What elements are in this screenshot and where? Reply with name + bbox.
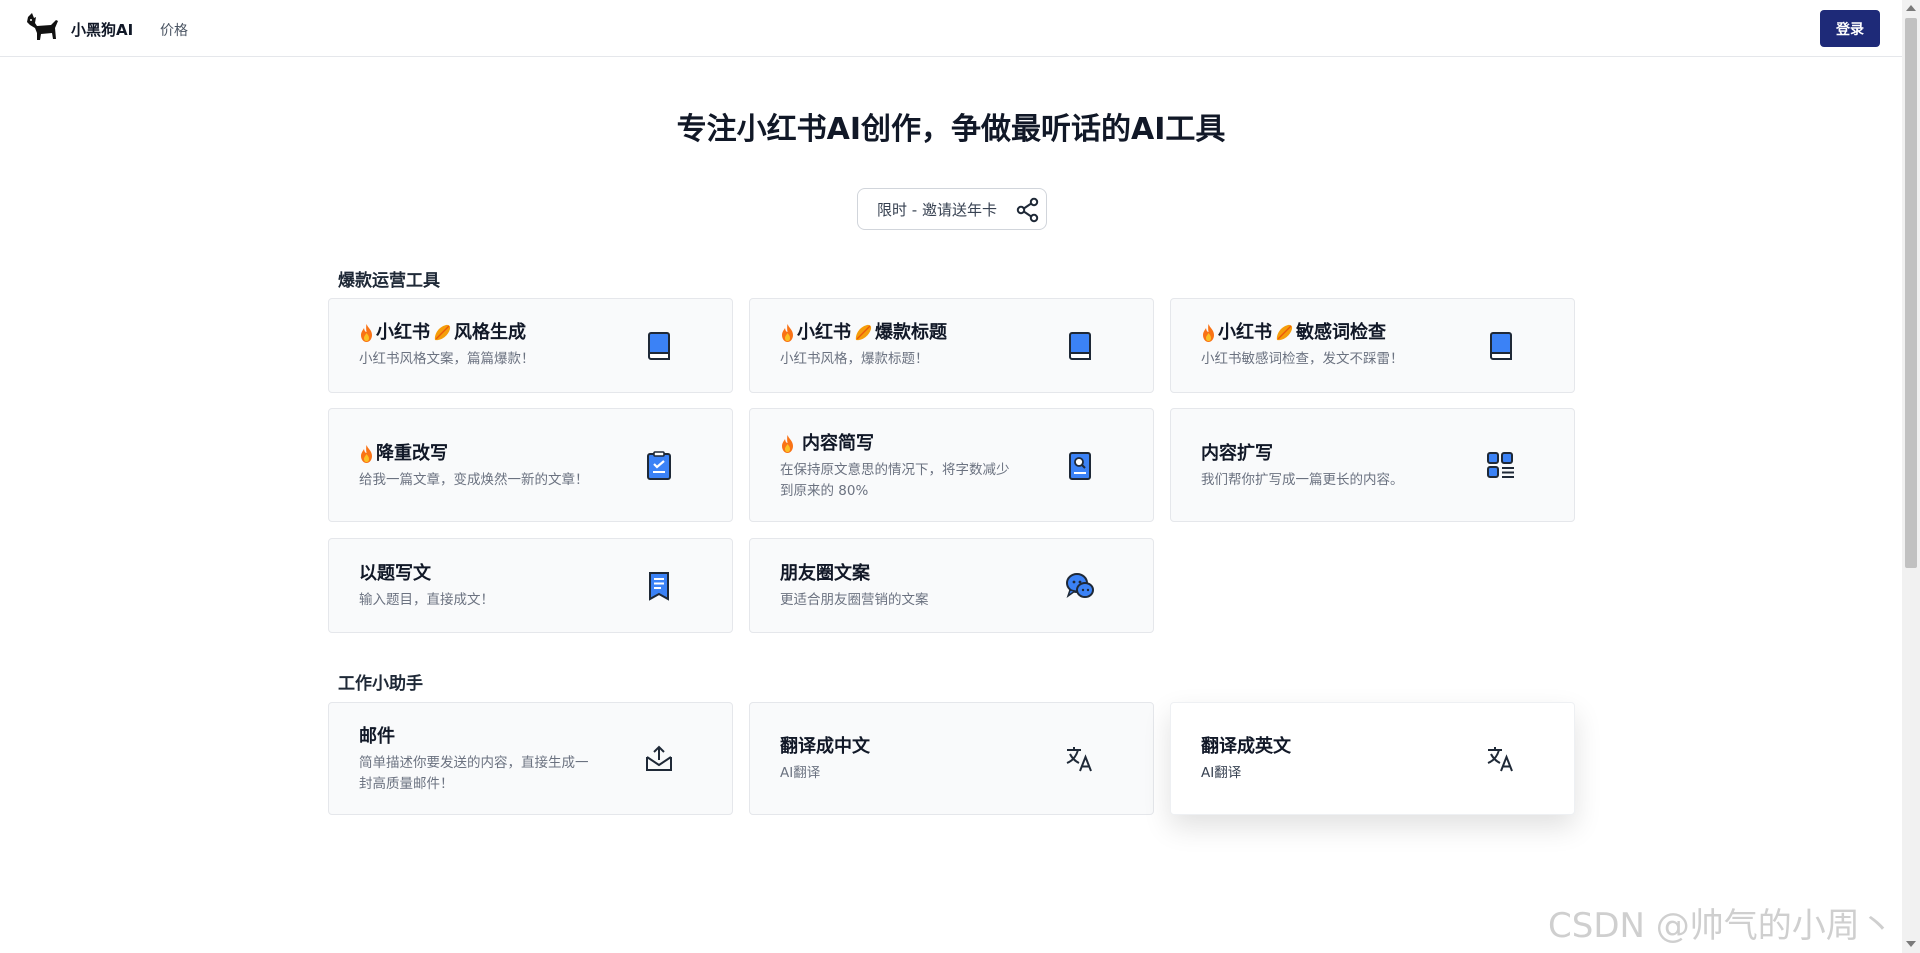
card-description: 小红书敏感词检查，发文不踩雷！ bbox=[1201, 351, 1404, 367]
card-description: 给我一篇文章，变成焕然一新的文章！ bbox=[359, 472, 589, 488]
card-description-line-2: 封高质量邮件！ bbox=[359, 776, 454, 792]
card-rewrite[interactable]: 降重改写 给我一篇文章，变成焕然一新的文章！ bbox=[328, 408, 733, 522]
card-title-prefix: 小红书 bbox=[376, 322, 430, 343]
card-title: 内容扩写 bbox=[1201, 443, 1273, 464]
sweet-potato-icon bbox=[855, 324, 872, 341]
card-description: 更适合朋友圈营销的文案 bbox=[780, 592, 929, 608]
card-translate-to-english[interactable]: 翻译成英文 AI翻译 bbox=[1170, 702, 1575, 815]
card-title: 以题写文 bbox=[359, 563, 431, 584]
card-title: 敏感词检查 bbox=[1296, 322, 1386, 343]
card-description-line-2: 到原来的 80% bbox=[780, 483, 869, 499]
card-title: 邮件 bbox=[359, 726, 395, 747]
card-moments-copy[interactable]: 朋友圈文案 更适合朋友圈营销的文案 bbox=[749, 538, 1154, 633]
invite-button[interactable]: 限时 - 邀请送年卡 bbox=[857, 188, 1047, 230]
grid-list-icon bbox=[1486, 451, 1516, 481]
fire-icon bbox=[361, 445, 372, 463]
card-description: 简单描述你要发送的内容，直接生成一 封高质量邮件！ bbox=[359, 753, 659, 795]
csdn-watermark: CSDN @帅气的小周丶 bbox=[1548, 906, 1894, 946]
mail-upload-icon bbox=[644, 744, 674, 774]
clipboard-check-icon bbox=[644, 451, 674, 481]
card-title-prefix: 小红书 bbox=[1218, 322, 1272, 343]
card-xhs-viral-title[interactable]: 小红书 爆款标题 小红书风格，爆款标题！ bbox=[749, 298, 1154, 393]
card-content-expand[interactable]: 内容扩写 我们帮你扩写成一篇更长的内容。 bbox=[1170, 408, 1575, 522]
translate-icon bbox=[1486, 744, 1516, 774]
receipt-icon bbox=[644, 571, 674, 601]
fire-icon bbox=[361, 324, 372, 342]
invite-label: 限时 - 邀请送年卡 bbox=[877, 200, 997, 219]
card-description: AI翻译 bbox=[1201, 765, 1242, 781]
card-title: 翻译成中文 bbox=[780, 736, 870, 757]
card-title: 翻译成英文 bbox=[1201, 736, 1291, 757]
card-description: 在保持原文意思的情况下，将字数减少 到原来的 80% bbox=[780, 460, 1080, 502]
nav-link-pricing[interactable]: 价格 bbox=[160, 20, 188, 40]
card-write-by-topic[interactable]: 以题写文 输入题目，直接成文！ bbox=[328, 538, 733, 633]
card-description: AI翻译 bbox=[780, 765, 821, 781]
card-title: 风格生成 bbox=[454, 322, 526, 343]
chat-bubbles-icon bbox=[1065, 571, 1095, 601]
top-navbar: 小黑狗AI 价格 登录 bbox=[0, 0, 1902, 57]
card-email[interactable]: 邮件 简单描述你要发送的内容，直接生成一 封高质量邮件！ bbox=[328, 702, 733, 815]
fire-icon bbox=[1203, 324, 1214, 342]
translate-icon bbox=[1065, 744, 1095, 774]
page-scrollbar[interactable] bbox=[1902, 0, 1920, 953]
card-content-shorten[interactable]: 内容简写 在保持原文意思的情况下，将字数减少 到原来的 80% bbox=[749, 408, 1154, 522]
share-icon bbox=[1016, 197, 1039, 223]
fire-icon bbox=[782, 324, 793, 342]
login-button[interactable]: 登录 bbox=[1820, 10, 1880, 47]
section-title-work-assistant: 工作小助手 bbox=[338, 674, 423, 694]
card-title: 内容简写 bbox=[802, 433, 874, 454]
page-title: 专注小红书AI创作，争做最听话的AI工具 bbox=[676, 112, 1226, 147]
card-description: 我们帮你扩写成一篇更长的内容。 bbox=[1201, 472, 1404, 488]
document-search-icon bbox=[1065, 451, 1095, 481]
book-icon bbox=[644, 331, 674, 361]
dog-logo-icon[interactable] bbox=[25, 12, 63, 44]
book-icon bbox=[1065, 331, 1095, 361]
book-icon bbox=[1486, 331, 1516, 361]
card-description: 小红书风格文案，篇篇爆款！ bbox=[359, 351, 535, 367]
card-description-line-1: 简单描述你要发送的内容，直接生成一 bbox=[359, 755, 589, 771]
card-title: 朋友圈文案 bbox=[780, 563, 870, 584]
scrollbar-thumb[interactable] bbox=[1905, 18, 1917, 568]
section-title-viral-tools: 爆款运营工具 bbox=[338, 271, 440, 291]
card-xhs-sensitive-word-check[interactable]: 小红书 敏感词检查 小红书敏感词检查，发文不踩雷！ bbox=[1170, 298, 1575, 393]
sweet-potato-icon bbox=[434, 324, 451, 341]
card-title: 爆款标题 bbox=[875, 322, 947, 343]
card-title: 降重改写 bbox=[376, 443, 448, 464]
card-description: 小红书风格，爆款标题！ bbox=[780, 351, 929, 367]
card-description: 输入题目，直接成文！ bbox=[359, 592, 494, 608]
scroll-up-arrow-icon[interactable] bbox=[1906, 5, 1916, 11]
card-xhs-style-generation[interactable]: 小红书 风格生成 小红书风格文案，篇篇爆款！ bbox=[328, 298, 733, 393]
fire-icon bbox=[782, 435, 793, 453]
card-description-line-1: 在保持原文意思的情况下，将字数减少 bbox=[780, 462, 1010, 478]
brand-name[interactable]: 小黑狗AI bbox=[71, 19, 133, 40]
card-translate-to-chinese[interactable]: 翻译成中文 AI翻译 bbox=[749, 702, 1154, 815]
scroll-down-arrow-icon[interactable] bbox=[1906, 941, 1916, 947]
card-title-prefix: 小红书 bbox=[797, 322, 851, 343]
sweet-potato-icon bbox=[1276, 324, 1293, 341]
